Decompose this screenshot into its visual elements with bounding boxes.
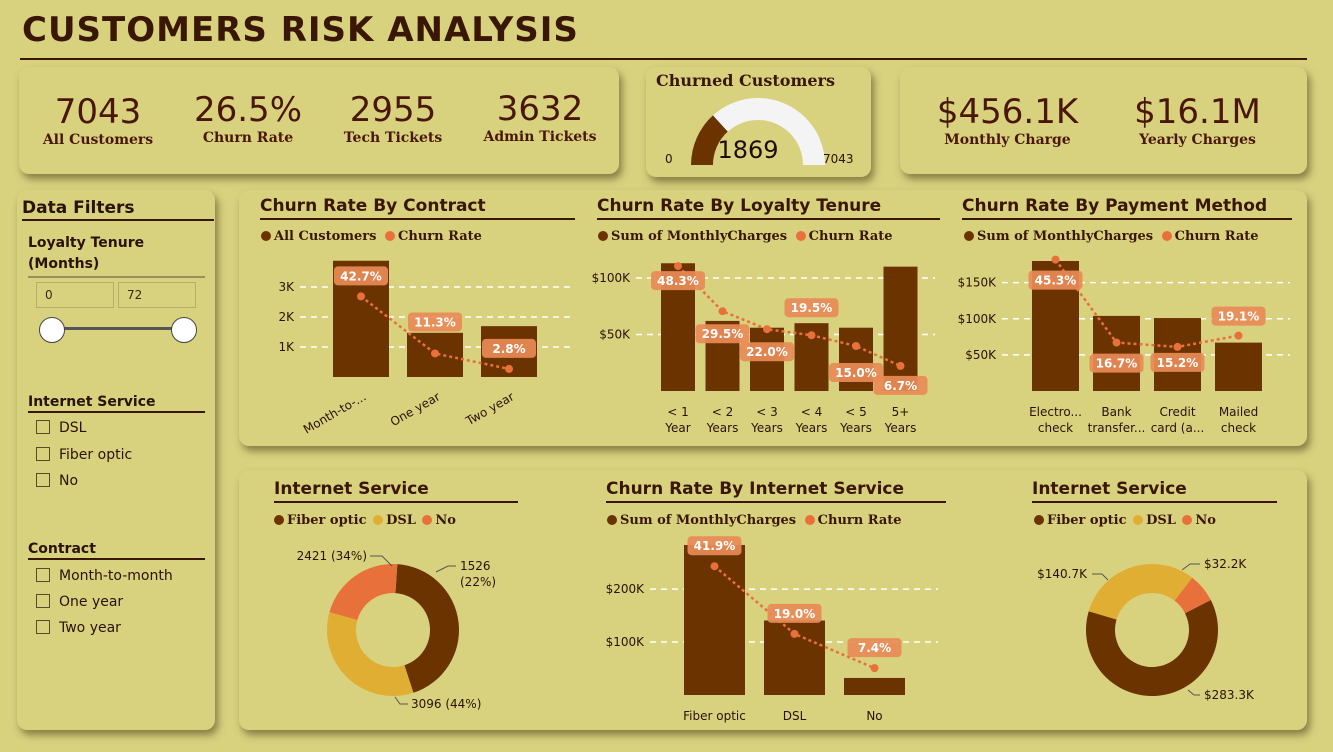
churn-rate-line — [1054, 258, 1239, 349]
y-tick-label: $200K — [606, 582, 646, 596]
y-tick-label: $100K — [958, 312, 998, 326]
churn-rate-point — [505, 364, 513, 373]
churn-rate-point — [431, 349, 439, 358]
leader-line — [1187, 689, 1200, 696]
slice-label: 2421 (34%) — [297, 549, 367, 563]
slice-label: 1526 — [460, 559, 491, 573]
donut-slice — [329, 563, 398, 620]
data-label: 45.3% — [1035, 274, 1077, 288]
data-label: 48.3% — [657, 274, 699, 288]
slice-label: $32.2K — [1204, 557, 1247, 571]
x-tick-label: transfer... — [1088, 421, 1146, 435]
slice-label: $283.3K — [1204, 688, 1255, 702]
data-label: 11.3% — [414, 315, 456, 329]
x-tick-label: 5+ — [892, 405, 910, 419]
data-label: 19.1% — [1218, 310, 1260, 324]
slice-label: (22%) — [460, 575, 496, 589]
x-tick-label: One year — [388, 389, 443, 429]
churn-rate-point — [718, 307, 727, 316]
bar — [883, 266, 918, 391]
data-label: 19.0% — [774, 607, 816, 621]
bar — [1093, 315, 1140, 391]
leader-line — [394, 696, 408, 705]
x-tick-label: Fiber optic — [683, 709, 746, 723]
x-tick-label: Year — [664, 421, 690, 435]
x-tick-label: card (a... — [1151, 421, 1205, 435]
churn-rate-point — [1112, 338, 1121, 347]
x-tick-label: < 1 — [667, 405, 689, 419]
bar — [1215, 342, 1262, 391]
data-label: 15.0% — [835, 366, 877, 380]
churn-rate-point — [807, 331, 816, 340]
slice-label: $140.7K — [1037, 567, 1088, 581]
churn-rate-point — [852, 342, 860, 350]
data-label: 2.8% — [492, 342, 525, 356]
data-label: 19.5% — [791, 301, 833, 315]
x-tick-label: < 2 — [712, 405, 734, 419]
leader-line — [1092, 573, 1109, 581]
y-tick-label: $50K — [965, 348, 997, 362]
x-tick-label: Years — [750, 421, 783, 435]
x-tick-label: < 3 — [756, 405, 778, 419]
data-label: 41.9% — [694, 539, 736, 553]
slice-label: 3096 (44%) — [411, 697, 481, 711]
x-tick-label: Years — [839, 421, 872, 435]
x-tick-label: Years — [706, 421, 739, 435]
y-tick-label: 3K — [278, 280, 295, 294]
data-label: 29.5% — [702, 327, 744, 341]
x-tick-label: check — [1038, 421, 1073, 435]
y-tick-label: $100K — [592, 271, 632, 285]
x-tick-label: < 5 — [845, 405, 867, 419]
y-tick-label: 2K — [278, 310, 295, 324]
churn-rate-point — [710, 562, 719, 571]
churn-rate-point — [896, 361, 905, 370]
x-tick-label: Two year — [463, 389, 517, 428]
leader-line — [1181, 563, 1200, 571]
leader-line — [435, 565, 456, 573]
churn-rate-point — [1173, 342, 1182, 351]
chart-contract[interactable]: 1K 2K 3K 42.7% 11.3% 2.8% Month-to-... One year… — [0, 0, 1333, 752]
y-tick-label: $50K — [599, 327, 631, 341]
churn-rate-point — [1234, 331, 1243, 340]
x-tick-label: Bank — [1101, 405, 1131, 419]
x-tick-label: check — [1221, 421, 1256, 435]
y-tick-label: $150K — [958, 276, 998, 290]
churn-rate-point — [763, 325, 771, 334]
x-tick-label: Mailed — [1219, 405, 1258, 419]
churn-rate-point — [357, 292, 365, 301]
data-label: 6.7% — [884, 379, 917, 393]
x-tick-label: Years — [795, 421, 828, 435]
y-tick-label: 1K — [278, 340, 295, 354]
churn-rate-point — [870, 664, 879, 673]
x-tick-label: Electro... — [1029, 405, 1082, 419]
x-tick-label: Credit — [1159, 405, 1195, 419]
churn-rate-point — [674, 262, 682, 271]
donut-slice — [1088, 563, 1193, 620]
x-tick-label: < 4 — [801, 405, 823, 419]
donut-slice — [327, 612, 414, 696]
x-tick-label: DSL — [783, 709, 807, 723]
churn-rate-point — [790, 629, 799, 638]
data-label: 7.4% — [858, 641, 891, 655]
churn-rate-point — [1051, 255, 1060, 264]
data-label: 15.2% — [1157, 356, 1199, 370]
data-label: 42.7% — [340, 269, 382, 283]
data-label: 16.7% — [1096, 357, 1138, 371]
y-tick-label: $100K — [606, 635, 646, 649]
x-tick-label: Years — [884, 421, 917, 435]
data-label: 22.0% — [746, 345, 788, 359]
x-tick-label: No — [866, 709, 882, 723]
x-tick-label: Month-to-... — [301, 389, 369, 436]
bar — [844, 677, 905, 695]
